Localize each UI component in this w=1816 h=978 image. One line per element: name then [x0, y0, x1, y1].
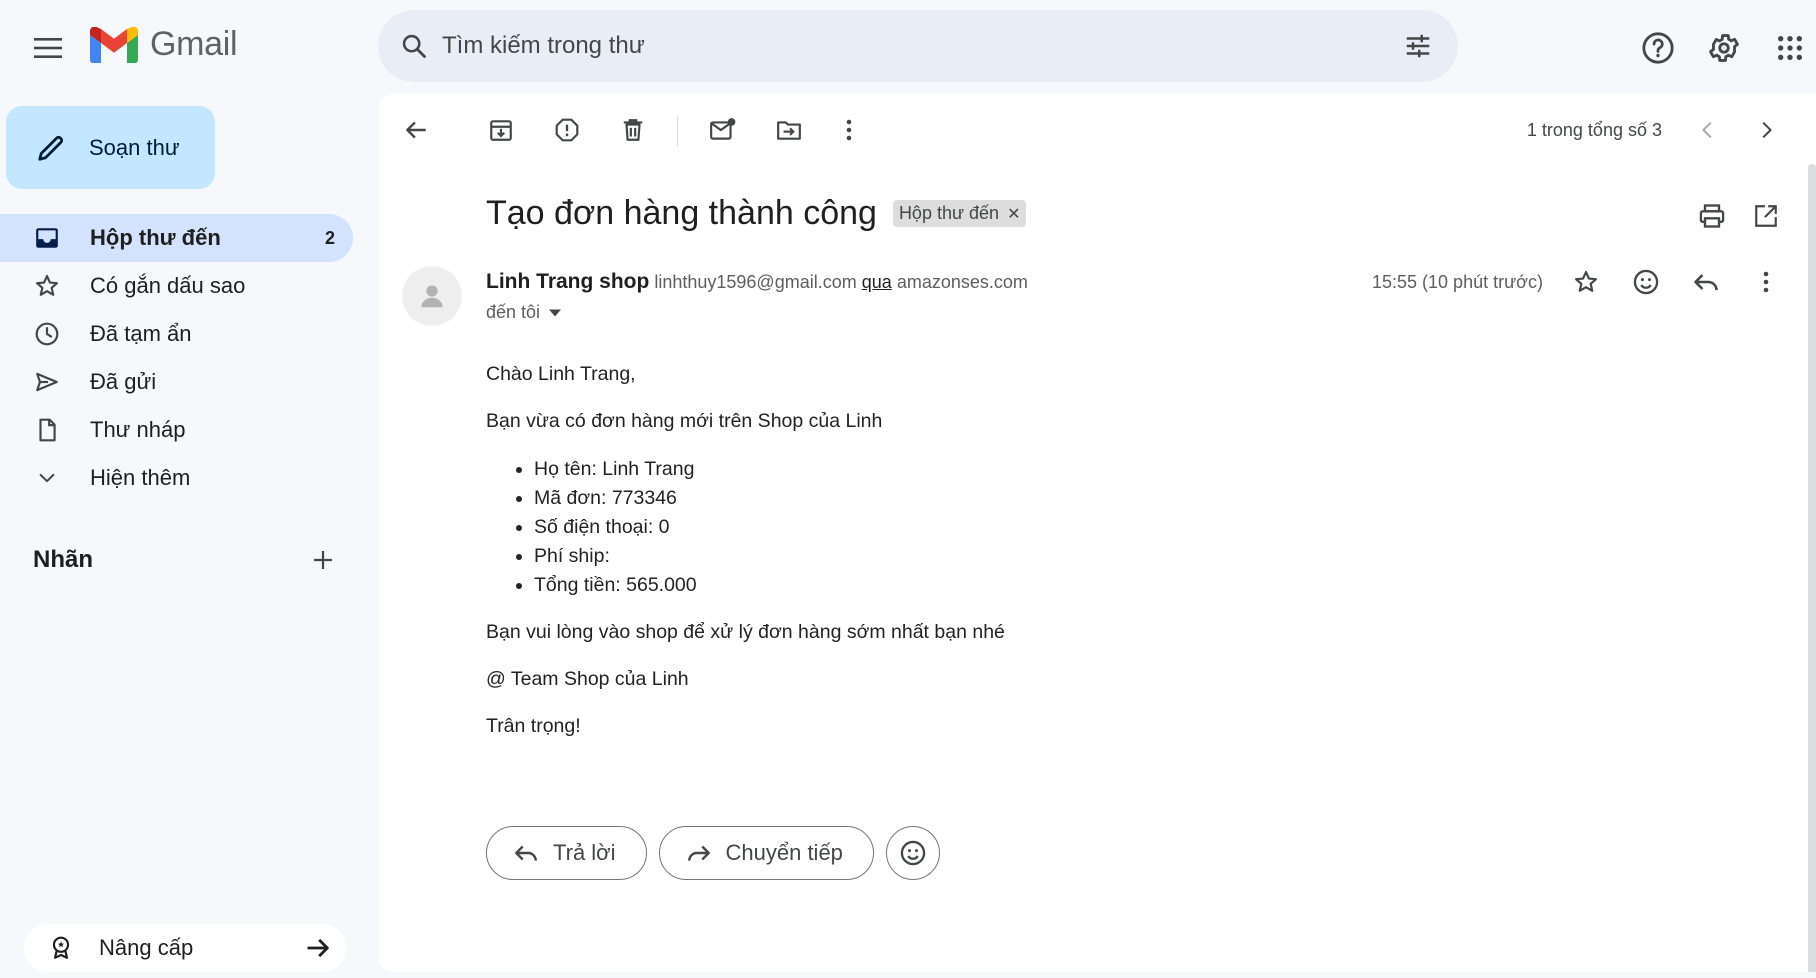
email-timestamp: 15:55 (10 phút trước) — [1372, 272, 1543, 292]
more-vertical-icon[interactable] — [1746, 262, 1786, 302]
chevron-down-icon — [32, 463, 62, 493]
sidebar-nav: Hộp thư đến 2 Có gắn dấu sao Đã tạm ẩn Đ… — [0, 214, 353, 502]
via-link[interactable]: qua — [862, 272, 892, 292]
email-subject: Tạo đơn hàng thành công — [486, 194, 877, 232]
sidebar-item-label: Đã gửi — [90, 369, 157, 394]
pagination-text: 1 trong tổng số 3 — [1526, 120, 1662, 140]
search-options-icon[interactable] — [1400, 28, 1436, 64]
sidebar-item-label: Đã tạm ẩn — [90, 321, 192, 346]
sidebar-item-starred[interactable]: Có gắn dấu sao — [0, 262, 353, 310]
order-detail-item: Họ tên: Linh Trang — [534, 455, 1005, 484]
reply-icon — [511, 838, 541, 868]
main-menu-icon[interactable] — [28, 28, 68, 68]
chevron-right-icon[interactable] — [1746, 110, 1786, 150]
draft-icon — [32, 415, 62, 445]
sidebar-item-snoozed[interactable]: Đã tạm ẩn — [0, 310, 353, 358]
sidebar-item-sent[interactable]: Đã gửi — [0, 358, 353, 406]
order-detail-item: Số điện thoại: 0 — [534, 513, 1005, 542]
email-body: Chào Linh Trang, Bạn vừa có đơn hàng mới… — [486, 360, 1005, 759]
compose-button[interactable]: Soạn thư — [6, 106, 215, 189]
message-pane: 1 trong tổng số 3 Tạo đơn hàng thành côn… — [378, 94, 1816, 972]
sender-name[interactable]: Linh Trang shop — [486, 270, 649, 293]
emoji-reaction-icon[interactable] — [1626, 262, 1666, 302]
delete-trash-icon[interactable] — [613, 110, 653, 150]
star-icon[interactable] — [1566, 262, 1606, 302]
remove-label-icon[interactable]: ✕ — [1007, 204, 1020, 224]
caret-down-icon — [548, 308, 562, 318]
apps-grid-icon[interactable] — [1768, 26, 1812, 70]
labels-header: Nhãn — [33, 540, 343, 580]
reply-button[interactable]: Trả lời — [486, 826, 647, 880]
add-label-icon[interactable] — [303, 540, 343, 580]
reply-icon[interactable] — [1686, 262, 1726, 302]
body-closing: Trân trọng! — [486, 715, 581, 737]
forward-label: Chuyển tiếp — [725, 840, 843, 865]
open-new-window-icon[interactable] — [1746, 196, 1786, 236]
body-request: Bạn vui lòng vào shop để xử lý đơn hàng … — [486, 620, 1005, 643]
sidebar-item-label: Hộp thư đến — [90, 225, 221, 250]
body-greeting: Chào Linh Trang, — [486, 363, 636, 385]
help-icon[interactable] — [1636, 26, 1680, 70]
sidebar-item-drafts[interactable]: Thư nháp — [0, 406, 353, 454]
gmail-logo[interactable]: Gmail — [90, 25, 238, 64]
archive-icon[interactable] — [481, 110, 521, 150]
sender-info: Linh Trang shop linhthuy1596@gmail.com q… — [486, 270, 1028, 294]
subject-row: Tạo đơn hàng thành công Hộp thư đến ✕ — [486, 194, 1027, 233]
send-icon — [32, 367, 62, 397]
label-chip[interactable]: Hộp thư đến ✕ — [892, 200, 1027, 227]
sidebar-item-label: Thư nháp — [90, 417, 186, 442]
clock-icon — [32, 319, 62, 349]
back-arrow-icon[interactable] — [396, 110, 436, 150]
toolbar-divider — [677, 116, 678, 146]
upgrade-button[interactable]: Nâng cấp — [24, 924, 346, 972]
search-icon[interactable] — [396, 28, 432, 64]
sidebar-item-more[interactable]: Hiện thêm — [0, 454, 353, 502]
forward-icon — [684, 838, 714, 868]
order-detail-item: Phí ship: — [534, 542, 1005, 571]
report-spam-icon[interactable] — [547, 110, 587, 150]
more-vertical-icon[interactable] — [829, 110, 869, 150]
reply-label: Trả lời — [553, 840, 616, 865]
order-details-list: Họ tên: Linh Trang Mã đơn: 773346 Số điệ… — [534, 455, 1005, 600]
via-domain: amazonses.com — [896, 272, 1028, 292]
pencil-icon — [33, 130, 69, 166]
scrollbar[interactable] — [1808, 164, 1816, 972]
sender-email: linhthuy1596@gmail.com — [654, 272, 857, 292]
sidebar-item-label: Có gắn dấu sao — [90, 273, 246, 298]
search-input[interactable] — [442, 26, 1342, 66]
recipient-dropdown[interactable]: đến tôi — [486, 302, 562, 323]
unread-count: 2 — [324, 227, 335, 248]
label-chip-text: Hộp thư đến — [898, 203, 1000, 223]
top-bar: Gmail — [0, 0, 1816, 94]
sender-avatar[interactable] — [402, 266, 462, 326]
mark-unread-icon[interactable] — [703, 110, 743, 150]
order-detail-item: Tổng tiền: 565.000 — [534, 571, 1005, 600]
emoji-icon — [899, 839, 927, 867]
forward-button[interactable]: Chuyển tiếp — [658, 826, 874, 880]
gmail-m-icon — [90, 26, 138, 63]
sidebar-item-label: Hiện thêm — [90, 465, 191, 490]
inbox-icon — [32, 223, 62, 253]
recipient-text: đến tôi — [486, 302, 541, 322]
move-to-folder-icon[interactable] — [769, 110, 809, 150]
upgrade-label: Nâng cấp — [99, 935, 194, 960]
reply-actions: Trả lời Chuyển tiếp — [486, 826, 940, 880]
order-detail-item: Mã đơn: 773346 — [534, 484, 1005, 513]
search-bar[interactable] — [378, 10, 1458, 82]
app-name: Gmail — [150, 25, 238, 63]
sidebar-item-inbox[interactable]: Hộp thư đến 2 — [0, 214, 353, 262]
chevron-left-icon[interactable] — [1688, 110, 1728, 150]
emoji-reaction-button[interactable] — [885, 826, 940, 880]
settings-gear-icon[interactable] — [1702, 26, 1746, 70]
compose-label: Soạn thư — [89, 134, 180, 160]
body-team: @ Team Shop của Linh — [486, 667, 689, 690]
arrow-right-icon — [302, 932, 334, 964]
award-icon — [46, 933, 76, 963]
print-icon[interactable] — [1692, 196, 1732, 236]
star-icon — [32, 271, 62, 301]
body-intro: Bạn vừa có đơn hàng mới trên Shop của Li… — [486, 410, 883, 433]
labels-title: Nhãn — [33, 546, 93, 573]
